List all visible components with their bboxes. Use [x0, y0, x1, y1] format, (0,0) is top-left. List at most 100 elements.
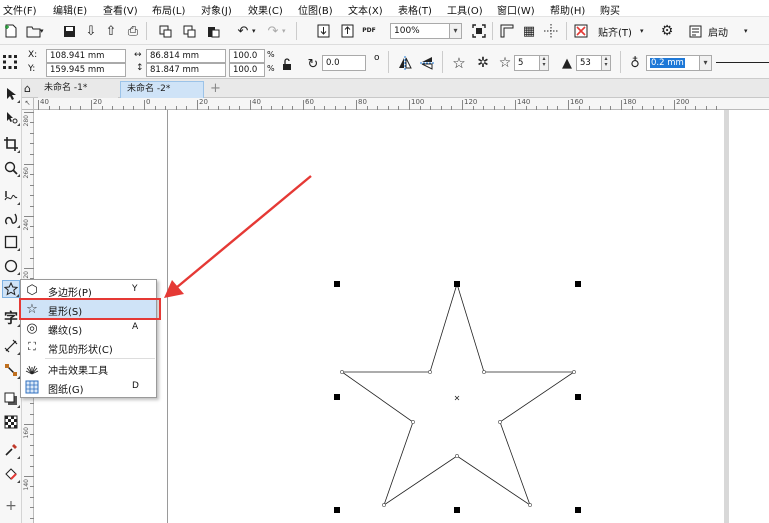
save-icon[interactable] [60, 22, 78, 40]
scale-y-field[interactable]: 100.0 [229, 63, 265, 77]
redo-dropdown-icon[interactable]: ▾ [282, 27, 286, 35]
height-field[interactable]: 81.847 mm [146, 63, 226, 77]
menu-buy[interactable]: 购买 [600, 2, 620, 17]
print-icon[interactable]: ⎙ [124, 22, 142, 40]
zoom-dropdown-icon[interactable]: ▾ [450, 23, 462, 39]
lock-ratio-icon[interactable] [278, 55, 296, 73]
paste-icon[interactable] [204, 22, 222, 40]
mirror-vertical-icon[interactable] [418, 54, 436, 72]
menu-table[interactable]: 表格(T) [398, 2, 432, 17]
eyedropper-tool-icon[interactable] [2, 441, 20, 459]
ruler-number: 40 [252, 98, 261, 106]
menu-effects[interactable]: 效果(C) [248, 2, 283, 17]
artistic-media-icon[interactable] [2, 210, 20, 228]
document-tab-bar: ⌂ 未命名 -1* 未命名 -2* + [22, 79, 769, 98]
freehand-tool-icon[interactable] [2, 187, 20, 205]
menu-bitmaps[interactable]: 位图(B) [298, 2, 333, 17]
rotation-angle-field[interactable]: 0.0 [322, 55, 366, 71]
launch-icon[interactable] [686, 22, 704, 40]
zoom-tool-icon[interactable] [2, 159, 20, 177]
undo-icon[interactable]: ↶ [234, 22, 252, 40]
show-grid-icon[interactable]: ▦ [520, 22, 538, 40]
flyout-item-basic-shapes[interactable]: ⛶ 常见的形状(C) [21, 338, 156, 357]
new-document-icon[interactable] [2, 22, 20, 40]
zoom-level-field[interactable]: 100% [390, 23, 450, 39]
shape-tool-icon[interactable] [2, 108, 20, 126]
add-tab-icon[interactable]: + [210, 81, 221, 96]
publish-pdf-icon[interactable]: PDF [360, 22, 378, 40]
menu-text[interactable]: 文本(X) [348, 2, 383, 17]
flyout-item-star[interactable]: ☆ 星形(S) [21, 300, 156, 319]
menu-help[interactable]: 帮助(H) [550, 2, 585, 17]
home-icon[interactable]: ⌂ [24, 82, 31, 95]
star-points-field[interactable]: 5 [514, 55, 540, 71]
pick-tool-icon[interactable] [2, 85, 20, 103]
complex-star-icon[interactable]: ✲ [474, 54, 492, 72]
flyout-item-impact-effect[interactable]: 冲击效果工具 [21, 359, 156, 378]
outline-width-dropdown-icon[interactable]: ▾ [700, 55, 712, 71]
polygon-icon: ⬡ [26, 282, 38, 298]
menu-bar: 文件(F) 编辑(E) 查看(V) 布局(L) 对象(J) 效果(C) 位图(B… [0, 0, 769, 17]
menu-window[interactable]: 窗口(W) [497, 2, 535, 17]
menu-view[interactable]: 查看(V) [103, 2, 138, 17]
polygon-star-tool-icon[interactable] [2, 280, 20, 298]
export-icon[interactable] [338, 22, 356, 40]
mirror-horizontal-icon[interactable] [396, 54, 414, 72]
flyout-item-graph-paper[interactable]: 图纸(G) D [21, 378, 156, 397]
snap-to-menu[interactable]: 贴齐(T) [598, 24, 632, 39]
cut-icon[interactable] [156, 22, 174, 40]
snap-dropdown-icon[interactable]: ▾ [640, 27, 644, 35]
menu-edit[interactable]: 编辑(E) [53, 2, 87, 17]
ruler-origin-icon[interactable]: ↖ [22, 98, 34, 110]
rectangle-tool-icon[interactable] [2, 233, 20, 251]
crop-tool-icon[interactable] [2, 135, 20, 153]
undo-dropdown-icon[interactable]: ▾ [252, 27, 256, 35]
show-rulers-icon[interactable] [498, 22, 516, 40]
tab-document-1[interactable]: 未命名 -1* [38, 81, 118, 98]
width-field[interactable]: 86.814 mm [146, 49, 226, 63]
ruler-number: 140 [517, 98, 531, 106]
tab-document-2[interactable]: 未命名 -2* [120, 81, 204, 98]
scale-x-field[interactable]: 100.0 [229, 49, 265, 63]
menu-file[interactable]: 文件(F) [3, 2, 37, 17]
cloud-upload-icon[interactable]: ⇧ [102, 22, 120, 40]
star-shape-icon[interactable]: ☆ [450, 54, 468, 72]
outline-width-field[interactable]: 0.2 mm [646, 55, 700, 71]
menu-tools[interactable]: 工具(O) [447, 2, 483, 17]
menu-object[interactable]: 对象(J) [201, 2, 232, 17]
drop-shadow-icon[interactable] [2, 390, 20, 408]
cloud-download-icon[interactable]: ⇩ [82, 22, 100, 40]
add-tool-icon[interactable]: + [2, 497, 20, 515]
horizontal-ruler[interactable]: 40 20 0 20 40 60 80 100 120 140 160 180 200 [22, 98, 769, 110]
full-screen-icon[interactable] [470, 22, 488, 40]
star-points-spinner[interactable]: ▴ ▾ [540, 55, 549, 71]
y-position-field[interactable]: 159.945 mm [46, 63, 126, 77]
flyout-item-spiral[interactable]: ◎ 螺纹(S) A [21, 319, 156, 338]
menu-layout[interactable]: 布局(L) [152, 2, 185, 17]
show-guidelines-icon[interactable] [542, 22, 560, 40]
ruler-number: 40 [40, 98, 49, 106]
connector-tool-icon[interactable] [2, 361, 20, 379]
launch-dropdown-icon[interactable]: ▾ [744, 27, 748, 35]
ruler-number: 280 [23, 115, 30, 127]
snap-off-icon[interactable] [572, 22, 590, 40]
object-origin-icon[interactable] [1, 53, 19, 71]
x-position-field[interactable]: 108.941 mm [46, 49, 126, 63]
options-gear-icon[interactable]: ⚙ [658, 22, 676, 40]
transparency-tool-icon[interactable] [2, 413, 20, 431]
outline-style-preview[interactable] [716, 62, 769, 63]
flyout-item-polygon[interactable]: ⬡ 多边形(P) Y [21, 281, 156, 300]
parallel-dimension-icon[interactable] [2, 337, 20, 355]
launch-menu[interactable]: 启动 [708, 24, 728, 39]
ruler-number: 20 [199, 98, 208, 106]
copy-icon[interactable] [180, 22, 198, 40]
text-tool-icon[interactable]: 字 [2, 309, 20, 327]
star-sharpness-spinner[interactable]: ▴ ▾ [602, 55, 611, 71]
redo-icon[interactable]: ↷ [264, 22, 282, 40]
import-icon[interactable] [314, 22, 332, 40]
open-dropdown-icon[interactable]: ▾ [40, 27, 44, 35]
ruler-tick [24, 476, 34, 477]
interactive-fill-icon[interactable] [2, 465, 20, 483]
ellipse-tool-icon[interactable] [2, 257, 20, 275]
star-sharpness-field[interactable]: 53 [576, 55, 602, 71]
